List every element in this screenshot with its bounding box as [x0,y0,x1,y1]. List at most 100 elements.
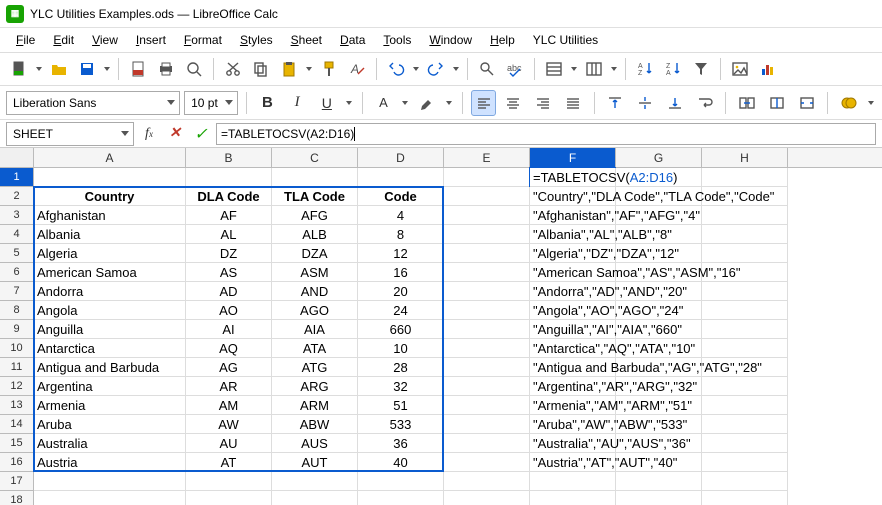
cell-H14[interactable] [702,415,788,434]
align-left-button[interactable] [471,90,497,116]
align-top-button[interactable] [603,90,629,116]
cell-F17[interactable] [530,472,616,491]
cell-H16[interactable] [702,453,788,472]
cell-H1[interactable] [702,168,788,187]
row-header-8[interactable]: 8 [0,301,34,320]
undo-dropdown[interactable] [411,56,421,82]
save-button[interactable] [74,56,100,82]
row-header-2[interactable]: 2 [0,187,34,206]
cell-F16[interactable]: "Austria","AT","AUT","40" [530,453,616,472]
cell-F10[interactable]: "Antarctica","AQ","ATA","10" [530,339,616,358]
column-button[interactable] [581,56,607,82]
cell-C18[interactable] [272,491,358,505]
cell-B11[interactable]: AG [186,358,272,377]
cell-B10[interactable]: AQ [186,339,272,358]
open-button[interactable] [46,56,72,82]
cell-B15[interactable]: AU [186,434,272,453]
cell-B17[interactable] [186,472,272,491]
cell-C9[interactable]: AIA [272,320,358,339]
clone-formatting-button[interactable] [316,56,342,82]
row-header-4[interactable]: 4 [0,225,34,244]
cell-F12[interactable]: "Argentina","AR","ARG","32" [530,377,616,396]
row-button[interactable] [541,56,567,82]
cell-H4[interactable] [702,225,788,244]
cell-E16[interactable] [444,453,530,472]
sheet-area[interactable]: ABCDEFGH 1=TABLETOCSV(A2:D16)2CountryDLA… [0,148,882,505]
cell-A4[interactable]: Albania [34,225,186,244]
cell-F13[interactable]: "Armenia","AM","ARM","51" [530,396,616,415]
cell-C15[interactable]: AUS [272,434,358,453]
merge-cells-button[interactable] [734,90,760,116]
menu-file[interactable]: File [8,31,43,49]
split-cells-button[interactable] [764,90,790,116]
cell-D1[interactable] [358,168,444,187]
cell-E10[interactable] [444,339,530,358]
redo-button[interactable] [423,56,449,82]
new-dropdown[interactable] [34,56,44,82]
column-header-C[interactable]: C [272,148,358,167]
cell-E13[interactable] [444,396,530,415]
cell-E6[interactable] [444,263,530,282]
cell-F3[interactable]: "Afghanistan","AF","AFG","4" [530,206,616,225]
copy-button[interactable] [248,56,274,82]
cell-H7[interactable] [702,282,788,301]
row-header-11[interactable]: 11 [0,358,34,377]
row-header-16[interactable]: 16 [0,453,34,472]
cancel-button[interactable]: ✕ [164,123,186,145]
align-center-button[interactable] [500,90,526,116]
cell-H18[interactable] [702,491,788,505]
cell-A5[interactable]: Algeria [34,244,186,263]
cell-E14[interactable] [444,415,530,434]
cell-D15[interactable]: 36 [358,434,444,453]
row-header-15[interactable]: 15 [0,434,34,453]
cell-C4[interactable]: ALB [272,225,358,244]
cell-H15[interactable] [702,434,788,453]
menu-format[interactable]: Format [176,31,230,49]
row-header-17[interactable]: 17 [0,472,34,491]
paste-button[interactable] [276,56,302,82]
spellcheck-button[interactable]: abc [502,56,528,82]
cell-B18[interactable] [186,491,272,505]
bold-button[interactable]: B [255,90,281,116]
cell-B13[interactable]: AM [186,396,272,415]
row-header-9[interactable]: 9 [0,320,34,339]
row-header-6[interactable]: 6 [0,263,34,282]
function-wizard-button[interactable]: fx [138,123,160,145]
cut-button[interactable] [220,56,246,82]
column-header-E[interactable]: E [444,148,530,167]
col-dropdown[interactable] [609,56,619,82]
cell-B4[interactable]: AL [186,225,272,244]
column-header-F[interactable]: F [530,148,616,167]
cell-F18[interactable] [530,491,616,505]
cell-E2[interactable] [444,187,530,206]
align-justify-button[interactable] [560,90,586,116]
cell-F4[interactable]: "Albania","AL","ALB","8" [530,225,616,244]
new-document-button[interactable] [6,56,32,82]
accept-button[interactable]: ✓ [190,123,212,145]
cell-E4[interactable] [444,225,530,244]
sort-desc-button[interactable]: ZA [660,56,686,82]
row-header-18[interactable]: 18 [0,491,34,505]
cell-C1[interactable] [272,168,358,187]
cell-F1[interactable]: =TABLETOCSV(A2:D16) [530,168,616,187]
cell-H3[interactable] [702,206,788,225]
cell-D6[interactable]: 16 [358,263,444,282]
wrap-text-button[interactable] [692,90,718,116]
cell-E3[interactable] [444,206,530,225]
cell-E7[interactable] [444,282,530,301]
menu-sheet[interactable]: Sheet [283,31,330,49]
font-name-combo[interactable]: Liberation Sans [6,91,180,115]
cell-F6[interactable]: "American Samoa","AS","ASM","16" [530,263,616,282]
cell-D16[interactable]: 40 [358,453,444,472]
cell-A15[interactable]: Australia [34,434,186,453]
cell-B9[interactable]: AI [186,320,272,339]
row-header-14[interactable]: 14 [0,415,34,434]
cell-A14[interactable]: Aruba [34,415,186,434]
cell-C14[interactable]: ABW [272,415,358,434]
cell-F15[interactable]: "Australia","AU","AUS","36" [530,434,616,453]
column-header-D[interactable]: D [358,148,444,167]
menu-view[interactable]: View [84,31,126,49]
cell-D11[interactable]: 28 [358,358,444,377]
cell-D4[interactable]: 8 [358,225,444,244]
row-dropdown[interactable] [569,56,579,82]
